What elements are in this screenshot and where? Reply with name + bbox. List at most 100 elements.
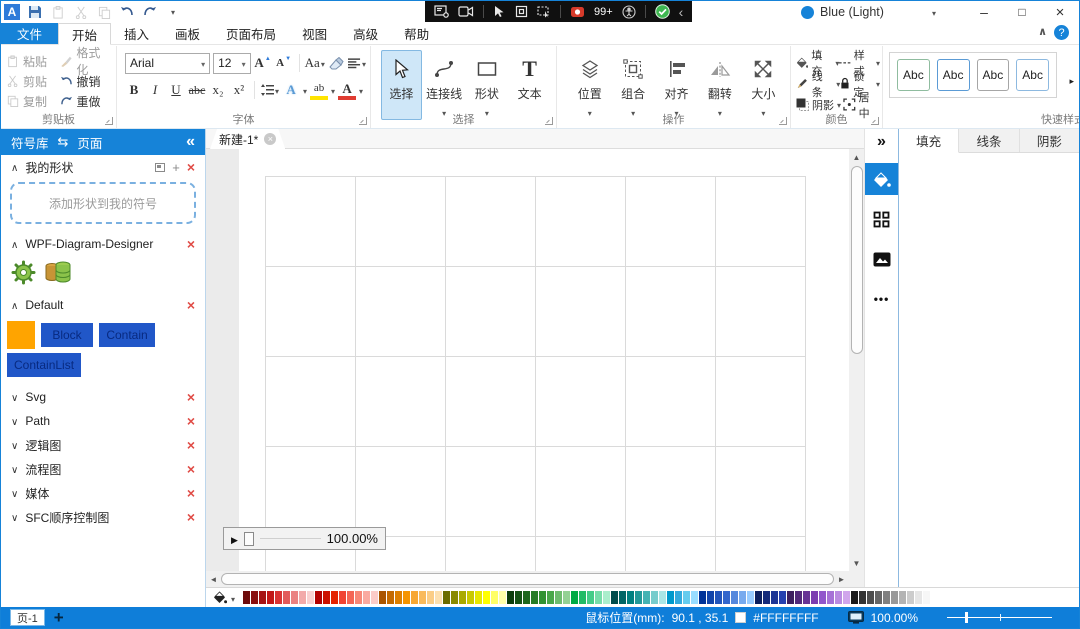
palette-swatch[interactable] — [307, 591, 315, 604]
palette-swatch[interactable] — [867, 591, 875, 604]
palette-swatch[interactable] — [811, 591, 819, 604]
add-page-icon[interactable] — [54, 609, 64, 626]
close-section-icon[interactable] — [187, 461, 195, 477]
palette-swatch[interactable] — [395, 591, 403, 604]
database-shape-icon[interactable] — [44, 260, 72, 285]
section-path[interactable]: Path — [1, 409, 205, 433]
capture-settings-icon[interactable] — [434, 5, 449, 18]
palette-swatch[interactable] — [483, 591, 491, 604]
play-icon[interactable] — [231, 531, 238, 546]
panel-expand-icon[interactable] — [865, 129, 898, 155]
orange-shape[interactable] — [7, 321, 35, 349]
palette-swatch[interactable] — [555, 591, 563, 604]
select-tool-button[interactable]: 选择 — [381, 50, 422, 120]
palette-swatch[interactable] — [675, 591, 683, 604]
tab-shadow[interactable]: 阴影 — [1019, 129, 1079, 152]
close-section-icon[interactable] — [187, 485, 195, 501]
palette-swatch[interactable] — [275, 591, 283, 604]
palette-swatch[interactable] — [315, 591, 323, 604]
shape-drop-area[interactable]: 添加形状到我的符号 — [10, 182, 196, 224]
palette-swatch[interactable] — [803, 591, 811, 604]
tab-home[interactable]: 开始 — [58, 23, 112, 45]
palette-swatch[interactable] — [611, 591, 619, 604]
palette-swatch[interactable] — [475, 591, 483, 604]
close-section-icon[interactable] — [187, 413, 195, 429]
group-button[interactable]: 组合 — [612, 50, 653, 120]
size-button[interactable]: 大小 — [743, 50, 784, 120]
image-panel-button[interactable] — [865, 243, 898, 275]
zoom-slider[interactable] — [947, 611, 1052, 624]
palette-swatch[interactable] — [411, 591, 419, 604]
sidebar-collapse-icon[interactable] — [186, 133, 195, 151]
chevron-down-icon[interactable] — [11, 438, 18, 452]
palette-swatch[interactable] — [467, 591, 475, 604]
palette-swatch[interactable] — [363, 591, 371, 604]
fill-panel-button[interactable] — [865, 163, 898, 195]
tab-view[interactable]: 视图 — [289, 23, 340, 44]
palette-swatch[interactable] — [267, 591, 275, 604]
paste-icon[interactable] — [50, 4, 66, 20]
quick-style-1[interactable]: Abc — [897, 59, 930, 91]
palette-swatch[interactable] — [371, 591, 379, 604]
palette-swatch[interactable] — [515, 591, 523, 604]
palette-swatch[interactable] — [283, 591, 291, 604]
copy-button[interactable]: 复制 — [7, 93, 60, 110]
block-shape[interactable]: Block — [41, 323, 93, 347]
palette-swatch[interactable] — [747, 591, 755, 604]
subscript-button[interactable]: x₂ — [209, 80, 227, 100]
palette-swatch[interactable] — [859, 591, 867, 604]
palette-swatch[interactable] — [771, 591, 779, 604]
palette-swatch[interactable] — [819, 591, 827, 604]
close-section-icon[interactable] — [187, 509, 195, 525]
palette-swatch[interactable] — [851, 591, 859, 604]
fill-bucket-icon[interactable] — [213, 591, 227, 604]
app-logo-icon[interactable]: A — [4, 4, 20, 20]
palette-swatch[interactable] — [651, 591, 659, 604]
palette-swatch[interactable] — [795, 591, 803, 604]
tab-page-layout[interactable]: 页面布局 — [213, 23, 289, 44]
vertical-scrollbar[interactable]: ▲ ▼ — [849, 149, 864, 571]
align-button[interactable]: 对齐 — [656, 50, 697, 120]
section-sfc[interactable]: SFC顺序控制图 — [1, 505, 205, 529]
notification-badge[interactable]: 99+ — [594, 6, 613, 18]
region-select-icon[interactable] — [515, 5, 528, 18]
palette-swatch[interactable] — [499, 591, 507, 604]
save-icon[interactable] — [27, 4, 43, 20]
text-tool-button[interactable]: T 文本 — [509, 50, 550, 120]
palette-swatch[interactable] — [435, 591, 443, 604]
dropdown-icon[interactable] — [242, 56, 246, 70]
tab-file[interactable]: 文件 — [1, 23, 58, 44]
section-my-shapes[interactable]: 我的形状 — [1, 155, 205, 179]
clear-format-button[interactable] — [327, 53, 345, 73]
dropdown-icon[interactable] — [331, 83, 335, 97]
connector-tool-button[interactable]: 连接线 — [424, 50, 465, 120]
copy-icon[interactable] — [96, 4, 112, 20]
palette-swatch[interactable] — [547, 591, 555, 604]
section-media[interactable]: 媒体 — [1, 481, 205, 505]
containlist-shape[interactable]: ContainList — [7, 353, 82, 377]
chevron-up-icon[interactable] — [11, 160, 18, 174]
undo-button[interactable]: 撤销 — [60, 73, 113, 90]
bold-button[interactable]: B — [125, 80, 143, 100]
palette-swatch[interactable] — [595, 591, 603, 604]
section-designer[interactable]: WPF-Diagram-Designer — [1, 232, 205, 256]
font-family-combobox[interactable]: Arial — [125, 52, 211, 74]
qat-customize-icon[interactable] — [165, 4, 181, 20]
palette-swatch[interactable] — [731, 591, 739, 604]
quick-style-3[interactable]: Abc — [976, 59, 1010, 91]
dropdown-icon[interactable] — [303, 83, 307, 97]
palette-swatch[interactable] — [763, 591, 771, 604]
quick-style-2[interactable]: Abc — [936, 59, 970, 91]
paragraph-align-button[interactable] — [348, 53, 366, 73]
palette-swatch[interactable] — [299, 591, 307, 604]
dialog-launcher-icon[interactable] — [545, 117, 553, 125]
palette-swatch[interactable] — [923, 591, 931, 604]
section-svg[interactable]: Svg — [1, 385, 205, 409]
palette-swatch[interactable] — [507, 591, 515, 604]
palette-swatch[interactable] — [643, 591, 651, 604]
theme-selector[interactable]: Blue (Light) — [801, 1, 936, 23]
palette-swatch[interactable] — [587, 591, 595, 604]
palette-swatch[interactable] — [571, 591, 579, 604]
palette-swatch[interactable] — [243, 591, 251, 604]
tab-help[interactable]: 帮助 — [391, 23, 442, 44]
